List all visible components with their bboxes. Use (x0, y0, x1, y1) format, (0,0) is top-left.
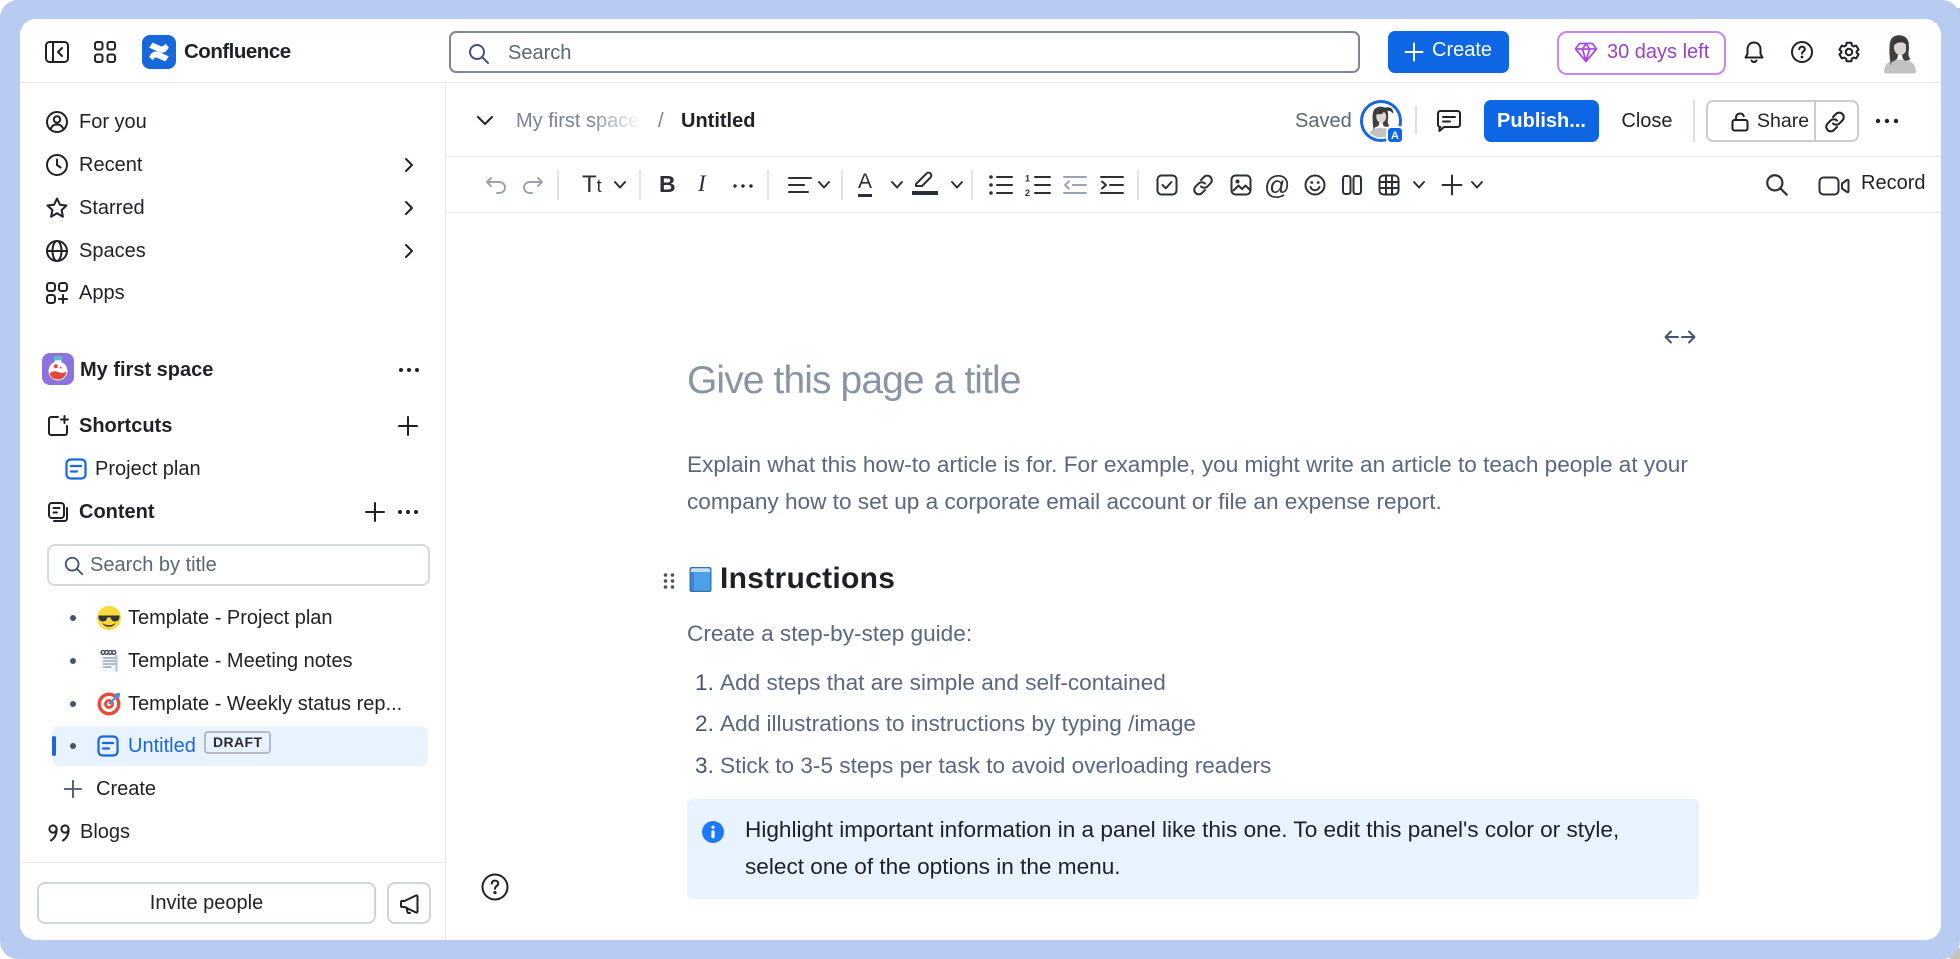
svg-text:1: 1 (1025, 174, 1030, 184)
svg-text:A: A (1391, 130, 1399, 142)
svg-text:2: 2 (1025, 188, 1030, 196)
